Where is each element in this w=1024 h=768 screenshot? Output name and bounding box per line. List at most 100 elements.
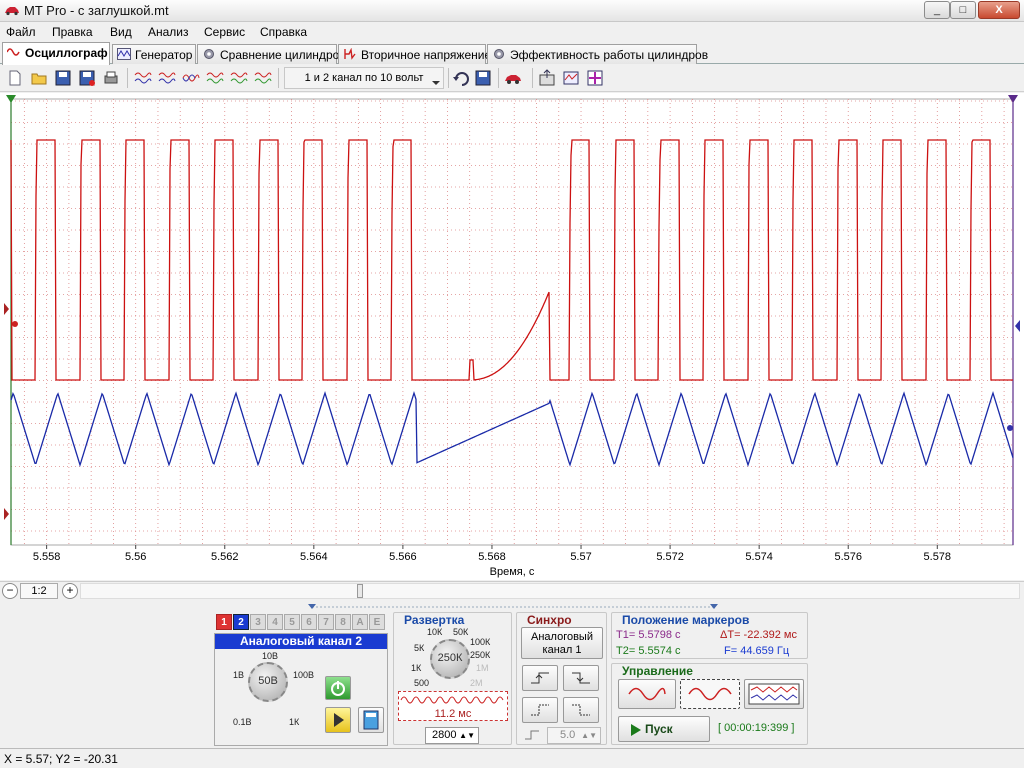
channel-tab-7[interactable]: 7 (318, 614, 334, 630)
undo-icon[interactable] (452, 69, 470, 87)
channel-tab-a[interactable]: A (352, 614, 368, 630)
minimize-button[interactable]: _ (924, 1, 950, 19)
waves-compare-icon[interactable] (182, 69, 200, 87)
waveform-chart[interactable]: 5.558 5.56 5.562 5.564 5.566 5.568 5.57 5.572 5.… (0, 93, 1024, 580)
continuous-button[interactable] (680, 679, 740, 709)
sync-single-button[interactable] (563, 697, 599, 723)
save-as-icon[interactable] (78, 69, 96, 87)
channel-tab-2[interactable]: 2 (233, 614, 249, 630)
sine-wave-icon (7, 48, 20, 56)
channel-tab-6[interactable]: 6 (301, 614, 317, 630)
markers-panel: Положение маркеров T1= 5.5798 с T2= 5.55… (611, 612, 808, 659)
knob-label: 250К (470, 650, 491, 660)
menu-edit[interactable]: Правка (52, 25, 93, 39)
sync-level-spinner[interactable]: 5.0 ▲▼ (547, 727, 601, 744)
sine-wave-icon (628, 687, 666, 701)
play-icon (631, 724, 641, 736)
points-value: 2800 (432, 729, 457, 741)
play-button[interactable] (325, 707, 351, 733)
channel-tab-e[interactable]: E (369, 614, 385, 630)
control-title: Управление (622, 664, 693, 678)
waves-icon[interactable] (134, 69, 152, 87)
chevron-down-icon (432, 81, 440, 85)
preset-dropdown[interactable]: 1 и 2 канал по 10 вольт (284, 67, 444, 89)
knob-label: 1В (233, 670, 245, 680)
menu-analysis[interactable]: Анализ (148, 25, 189, 39)
x-tick-label: 5.566 (389, 551, 417, 563)
marker-dt: ΔT= -22.392 мс (720, 629, 797, 641)
channel-tab-8[interactable]: 8 (335, 614, 351, 630)
ch2-offset-marker (1015, 320, 1020, 332)
channel-tab-3[interactable]: 3 (250, 614, 266, 630)
oscilloscope-plot[interactable]: 5.558 5.56 5.562 5.564 5.566 5.568 5.57 5.572 5.… (0, 93, 1024, 580)
waves-add-icon[interactable] (158, 69, 176, 87)
tab-label: Осциллограф (25, 46, 108, 60)
menu-service[interactable]: Сервис (204, 25, 245, 39)
plot-grid (10, 98, 1014, 546)
calculator-icon (363, 710, 379, 730)
scroll-thumb[interactable] (357, 584, 363, 598)
time-scrollbar[interactable]: − 1:2 + (0, 581, 1024, 599)
scroll-track[interactable] (80, 583, 1020, 599)
channel-panel: 1 2 3 4 5 6 7 8 A E Аналоговый канал 2 1… (214, 612, 388, 746)
channel-tab-1[interactable]: 1 (216, 614, 232, 630)
tab-oscilloscope[interactable]: Осциллограф (2, 42, 110, 65)
spin-arrows-icon[interactable]: ▲▼ (459, 728, 475, 743)
sync-mode-button[interactable] (522, 697, 558, 723)
fit-screen-icon[interactable] (586, 69, 604, 87)
sync-source-button[interactable]: Аналоговый канал 1 (521, 627, 603, 659)
channel-tabs: 1 2 3 4 5 6 7 8 A E (216, 614, 386, 632)
falling-edge-button[interactable] (563, 665, 599, 691)
gear-icon (494, 49, 504, 59)
zoom-out-button[interactable]: − (2, 583, 18, 599)
knob-label: 50К (453, 627, 469, 637)
tab-cylinder-efficiency[interactable]: Эффективность работы цилиндров (487, 44, 708, 64)
recorder-button[interactable] (744, 679, 804, 709)
tab-secondary-voltage[interactable]: Вторичное напряжение (338, 44, 491, 64)
power-button[interactable] (325, 676, 351, 700)
start-button[interactable]: Пуск (618, 716, 710, 742)
tab-label: Генератор (135, 48, 193, 62)
rising-edge-button[interactable] (522, 665, 558, 691)
tab-generator[interactable]: Генератор (112, 44, 196, 64)
close-button[interactable]: X (978, 1, 1020, 19)
x-tick-label: 5.57 (570, 551, 591, 563)
spark-icon (344, 48, 356, 60)
calculator-button[interactable] (358, 707, 384, 733)
maximize-button[interactable]: □ (950, 1, 976, 19)
time-per-div-box: 11.2 мс (398, 691, 508, 721)
sync-source: Аналоговый канал 1 (531, 631, 593, 656)
menu-view[interactable]: Вид (110, 25, 132, 39)
menu-help[interactable]: Справка (260, 25, 307, 39)
new-file-icon[interactable] (6, 69, 24, 87)
markers-title: Положение маркеров (622, 613, 750, 627)
tab-cylinder-compare[interactable]: Сравнение цилиндров (197, 44, 346, 64)
save-icon[interactable] (54, 69, 72, 87)
waves-ok-icon[interactable] (230, 69, 248, 87)
title-bar: MT Pro - с заглушкой.mt _ □ X (0, 0, 1024, 22)
ch1-ground-dot (12, 321, 18, 327)
app-window: MT Pro - с заглушкой.mt _ □ X Файл Правк… (0, 0, 1024, 768)
voltage-knob[interactable]: 50В (248, 662, 288, 702)
spin-arrows-icon[interactable]: ▲▼ (581, 728, 597, 743)
x-tick-label: 5.578 (924, 551, 952, 563)
marker-freq: F= 44.659 Гц (724, 645, 790, 657)
waves-check-icon[interactable] (206, 69, 224, 87)
single-shot-button[interactable] (618, 679, 676, 709)
channel-tab-4[interactable]: 4 (267, 614, 283, 630)
points-spinner[interactable]: 2800 ▲▼ (425, 727, 479, 744)
print-icon[interactable] (102, 69, 120, 87)
channel-tab-5[interactable]: 5 (284, 614, 300, 630)
chart-window-icon[interactable] (562, 69, 580, 87)
sweep-knob[interactable]: 250К (430, 639, 470, 679)
zoom-in-button[interactable]: + (62, 583, 78, 599)
gear-icon (204, 49, 214, 59)
waves-filter-icon[interactable] (254, 69, 272, 87)
export-icon[interactable] (538, 69, 556, 87)
car-settings-icon[interactable] (504, 69, 522, 87)
open-folder-icon[interactable] (30, 69, 48, 87)
sync-level: 5.0 (560, 729, 576, 741)
menu-file[interactable]: Файл (6, 25, 36, 39)
save-settings-icon[interactable] (474, 69, 492, 87)
marker-t2: T2= 5.5574 с (616, 645, 681, 657)
